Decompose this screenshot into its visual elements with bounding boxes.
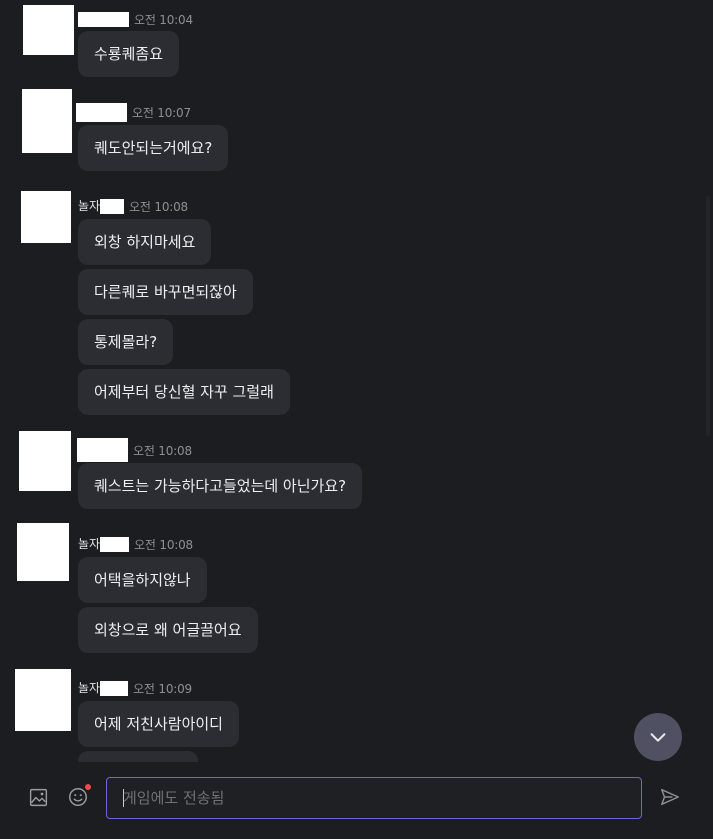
scrollbar[interactable] xyxy=(706,196,710,436)
author-name-redacted[interactable] xyxy=(76,102,127,122)
message-meta: 오전 10:07 xyxy=(76,102,191,122)
message-bubble[interactable]: 어제 저친사람아이디 xyxy=(78,701,239,747)
message-bubble[interactable]: 외창 하지마세요 xyxy=(78,219,212,265)
message-meta: 놀자 오전 10:09 xyxy=(78,679,192,697)
message-bubble[interactable] xyxy=(78,751,198,762)
avatar[interactable] xyxy=(17,523,69,581)
message-list[interactable]: 오전 10:04 수룡퀘좀요 오전 10:07 퀘도안되는거에요? 놀자 오전 … xyxy=(0,0,713,762)
scroll-to-bottom-button[interactable] xyxy=(634,713,682,761)
avatar[interactable] xyxy=(15,669,71,731)
attach-image-button[interactable] xyxy=(26,785,50,809)
send-button[interactable] xyxy=(658,785,682,809)
author-name-redacted[interactable] xyxy=(100,198,125,214)
message-bubble[interactable]: 수룡퀘좀요 xyxy=(78,31,180,77)
message-composer xyxy=(0,762,713,839)
message-meta: 놀자 오전 10:08 xyxy=(78,535,193,553)
author-name[interactable]: 놀자 xyxy=(78,199,100,214)
message-time: 오전 10:08 xyxy=(134,537,193,552)
message-bubble[interactable]: 퀘도안되는거에요? xyxy=(78,125,229,171)
text-cursor xyxy=(123,789,124,807)
message-time: 오전 10:07 xyxy=(132,105,191,120)
message-bubble[interactable]: 어제부터 당신혈 자꾸 그럴래 xyxy=(78,369,290,415)
avatar[interactable] xyxy=(22,89,72,153)
message-time: 오전 10:09 xyxy=(133,681,192,696)
notification-dot xyxy=(85,784,91,790)
author-name-redacted[interactable] xyxy=(100,536,130,552)
message-bubble[interactable]: 다른퀘로 바꾸면되잖아 xyxy=(78,269,253,315)
avatar[interactable] xyxy=(21,191,71,243)
chat-window: 오전 10:04 수룡퀘좀요 오전 10:07 퀘도안되는거에요? 놀자 오전 … xyxy=(0,0,713,839)
message-bubble[interactable]: 외창으로 왜 어글끌어요 xyxy=(78,607,258,653)
message-bubble[interactable]: 통제몰라? xyxy=(78,319,174,365)
message-time: 오전 10:04 xyxy=(134,12,193,27)
message-time: 오전 10:08 xyxy=(133,443,192,458)
avatar[interactable] xyxy=(23,5,74,55)
chat-input[interactable] xyxy=(106,777,642,819)
message-meta: 오전 10:04 xyxy=(78,10,193,28)
message-bubble[interactable]: 퀘스트는 가능하다고들었는데 아닌가요? xyxy=(78,463,363,509)
emoji-button[interactable] xyxy=(66,784,91,809)
author-name-redacted[interactable] xyxy=(78,11,129,27)
image-icon xyxy=(29,788,47,806)
message-meta: 놀자 오전 10:08 xyxy=(78,197,188,215)
author-name-redacted[interactable] xyxy=(100,680,129,696)
send-icon xyxy=(661,788,679,806)
message-bubble[interactable]: 어택을하지않나 xyxy=(78,557,207,603)
author-name[interactable]: 놀자 xyxy=(78,681,100,696)
avatar[interactable] xyxy=(19,431,71,491)
author-name-redacted[interactable] xyxy=(77,438,128,462)
message-meta: 오전 10:08 xyxy=(77,438,192,462)
author-name[interactable]: 놀자 xyxy=(78,537,100,552)
message-time: 오전 10:08 xyxy=(129,199,188,214)
chevron-down-icon xyxy=(650,733,666,742)
